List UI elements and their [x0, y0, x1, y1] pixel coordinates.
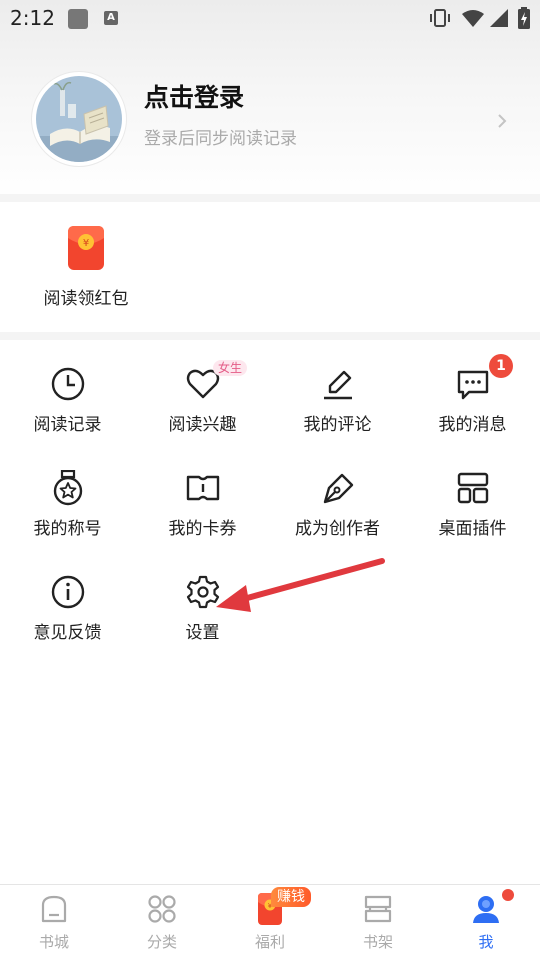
grid-item-my-messages[interactable]: 1 我的消息	[405, 354, 540, 456]
chat-bubble-icon	[457, 370, 489, 400]
grid-item-desktop-widget[interactable]: 桌面插件	[405, 470, 540, 560]
bookshelf-icon	[364, 895, 392, 923]
bookstore-icon	[41, 895, 67, 923]
nav-item-category[interactable]: 分类	[108, 885, 216, 961]
svg-text:¥: ¥	[83, 238, 89, 249]
coupon-icon	[186, 475, 220, 501]
gear-icon	[186, 575, 220, 609]
red-packet-icon: ¥	[68, 226, 104, 270]
section-divider	[0, 194, 540, 202]
grid-item-label: 阅读兴趣	[168, 415, 237, 435]
grid-item-my-titles[interactable]: 我的称号	[0, 470, 135, 560]
earn-money-tag: 赚钱	[271, 887, 311, 907]
grid-item-feedback[interactable]: 意见反馈	[0, 574, 135, 664]
user-icon	[473, 896, 499, 923]
category-grid-icon	[148, 895, 176, 923]
grid-item-reading-history[interactable]: 阅读记录	[0, 366, 135, 456]
grid-item-label: 我的称号	[33, 519, 102, 539]
nav-label: 书架	[362, 933, 393, 951]
notification-dot	[502, 889, 514, 901]
message-count-badge: 1	[489, 354, 513, 378]
grid-item-reading-interest[interactable]: 女生 阅读兴趣	[135, 360, 270, 456]
nav-label: 我	[478, 933, 494, 951]
grid-item-label: 我的消息	[438, 415, 507, 435]
notification-square-icon	[68, 9, 88, 29]
grid-item-settings[interactable]: 设置	[135, 574, 270, 664]
grid-item-label: 我的卡券	[168, 519, 237, 539]
pen-nib-icon	[323, 473, 354, 504]
nav-item-welfare[interactable]: ¥ 赚钱 福利	[216, 885, 324, 961]
nav-item-bookstore[interactable]: 书城	[0, 885, 108, 961]
bottom-nav: 书城 分类 ¥ 赚钱 福利 书架 我	[0, 884, 540, 961]
nav-label: 福利	[254, 933, 285, 951]
read-red-packet-label: 阅读领红包	[43, 289, 129, 309]
wifi-icon	[462, 10, 484, 27]
nav-label: 书城	[38, 933, 69, 951]
nav-item-me[interactable]: 我	[432, 885, 540, 961]
section-divider	[0, 332, 540, 340]
grid-item-my-coupons[interactable]: 我的卡券	[135, 470, 270, 560]
nav-label: 分类	[146, 933, 177, 951]
girl-tag: 女生	[213, 360, 248, 376]
signal-icon	[490, 9, 508, 27]
battery-icon	[518, 7, 530, 29]
grid-item-label: 我的评论	[303, 415, 372, 435]
grid-item-label: 意见反馈	[33, 623, 102, 643]
medal-icon	[53, 470, 83, 506]
widget-icon	[457, 472, 489, 504]
login-subtitle[interactable]: 登录后同步阅读记录	[144, 124, 297, 149]
clock-icon	[51, 367, 85, 401]
avatar[interactable]	[36, 76, 122, 162]
status-time: 2:12	[10, 6, 55, 30]
grid-item-become-creator[interactable]: 成为创作者	[270, 470, 405, 560]
info-icon	[51, 575, 85, 609]
grid-item-label: 设置	[185, 623, 220, 643]
notification-a-icon: A	[104, 11, 118, 25]
read-red-packet-item[interactable]: ¥ 阅读领红包	[26, 222, 146, 312]
chevron-right-icon[interactable]	[496, 112, 508, 130]
pencil-icon	[324, 370, 352, 400]
login-title[interactable]: 点击登录	[144, 78, 244, 114]
grid-item-label: 阅读记录	[33, 415, 102, 435]
status-bar: 2:12 A	[0, 0, 540, 38]
grid-item-label: 成为创作者	[295, 519, 380, 539]
vibrate-icon	[430, 9, 450, 27]
avatar-book-icon	[36, 76, 122, 162]
grid-item-label: 桌面插件	[438, 519, 507, 539]
nav-item-bookshelf[interactable]: 书架	[324, 885, 432, 961]
grid-item-my-comments[interactable]: 我的评论	[270, 366, 405, 456]
